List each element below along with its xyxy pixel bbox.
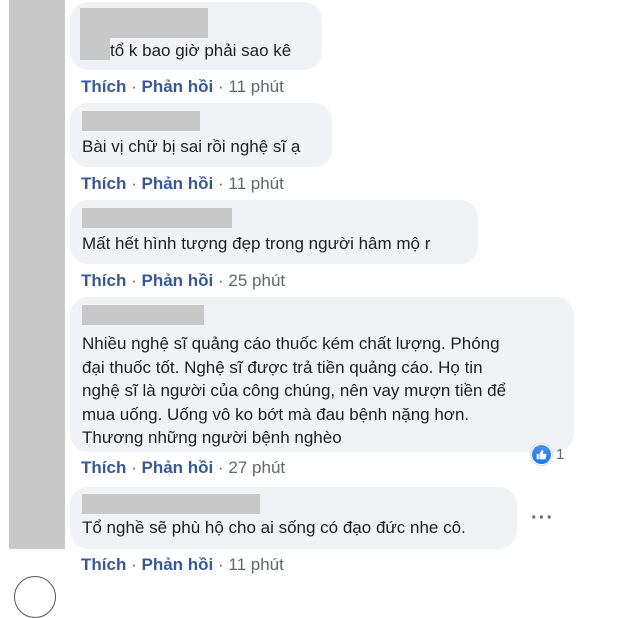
comment-text: Nhiều nghệ sĩ quảng cáo thuốc kém chất l… [82, 332, 506, 450]
separator: · [131, 555, 137, 574]
comment-text: Bài vị chữ bị sai rồi nghệ sĩ ạ [82, 137, 301, 156]
comment-timestamp[interactable]: 11 phút [228, 555, 283, 574]
reply-button[interactable]: Phản hồi [141, 77, 213, 96]
comment-line: Thương những người bệnh nghèo [82, 428, 342, 447]
comment-actions: Thích · Phản hồi · 11 phút [81, 555, 284, 575]
reaction-summary[interactable]: 1 [531, 443, 564, 465]
like-button[interactable]: Thích [81, 555, 126, 574]
separator: · [131, 174, 137, 193]
comment-bubble: tổ k bao giờ phải sao kê [70, 2, 322, 70]
more-options-icon[interactable]: ··· [531, 508, 554, 528]
comment-timestamp[interactable]: 11 phút [228, 77, 283, 96]
comment-text: Tổ nghề sẽ phù hộ cho ai sống có đạo đức… [82, 518, 466, 537]
comment-actions: Thích · Phản hồi · 25 phút [81, 271, 285, 291]
comment-actions: Thích · Phản hồi · 11 phút [81, 174, 284, 194]
reply-button[interactable]: Phản hồi [141, 555, 213, 574]
comment-bubble: Mất hết hình tượng đẹp trong người hâm m… [70, 200, 478, 264]
like-button[interactable]: Thích [81, 458, 126, 477]
like-button[interactable]: Thích [81, 77, 126, 96]
author-name-redacted[interactable] [80, 8, 208, 38]
comment-timestamp[interactable]: 25 phút [228, 271, 285, 290]
like-button[interactable]: Thích [81, 271, 126, 290]
separator: · [218, 271, 224, 290]
comment-text: Mất hết hình tượng đẹp trong người hâm m… [82, 234, 431, 253]
comment-actions: Thích · Phản hồi · 27 phút [81, 458, 285, 478]
comment-bubble: Bài vị chữ bị sai rồi nghệ sĩ ạ [70, 103, 332, 167]
separator: · [218, 174, 224, 193]
comment-timestamp[interactable]: 27 phút [228, 458, 285, 477]
reply-button[interactable]: Phản hồi [141, 458, 213, 477]
separator: · [218, 77, 224, 96]
reaction-count: 1 [556, 445, 565, 463]
author-name-redacted [80, 38, 110, 60]
comment-line: Nhiều nghệ sĩ quảng cáo thuốc kém chất l… [82, 334, 500, 353]
comment-line: mua uống. Uống vô ko bớt mà đau bệnh nặn… [82, 404, 470, 424]
comment-line: đại thuốc tốt. Nghệ sĩ được trả tiền quả… [82, 357, 483, 377]
separator: · [218, 555, 224, 574]
author-name-redacted[interactable] [82, 111, 200, 131]
avatar[interactable] [14, 576, 56, 618]
reply-button[interactable]: Phản hồi [141, 174, 213, 193]
author-name-redacted[interactable] [82, 494, 260, 514]
comment-bubble: Nhiều nghệ sĩ quảng cáo thuốc kém chất l… [70, 297, 574, 452]
like-button[interactable]: Thích [81, 174, 126, 193]
comment-actions: Thích · Phản hồi · 11 phút [81, 77, 284, 97]
comment-line: nghệ sĩ là người của công chúng, nên vay… [82, 381, 507, 400]
thumbs-up-icon [531, 443, 552, 465]
avatar-column-redacted [9, 0, 65, 549]
separator: · [131, 458, 137, 477]
reply-button[interactable]: Phản hồi [141, 271, 213, 290]
author-name-redacted[interactable] [82, 305, 204, 325]
comment-bubble: Tổ nghề sẽ phù hộ cho ai sống có đạo đức… [70, 487, 517, 549]
separator: · [131, 77, 137, 96]
separator: · [218, 458, 224, 477]
comment-timestamp[interactable]: 11 phút [228, 174, 283, 193]
author-name-redacted[interactable] [82, 208, 232, 228]
comment-text: tổ k bao giờ phải sao kê [110, 41, 292, 60]
separator: · [131, 271, 137, 290]
